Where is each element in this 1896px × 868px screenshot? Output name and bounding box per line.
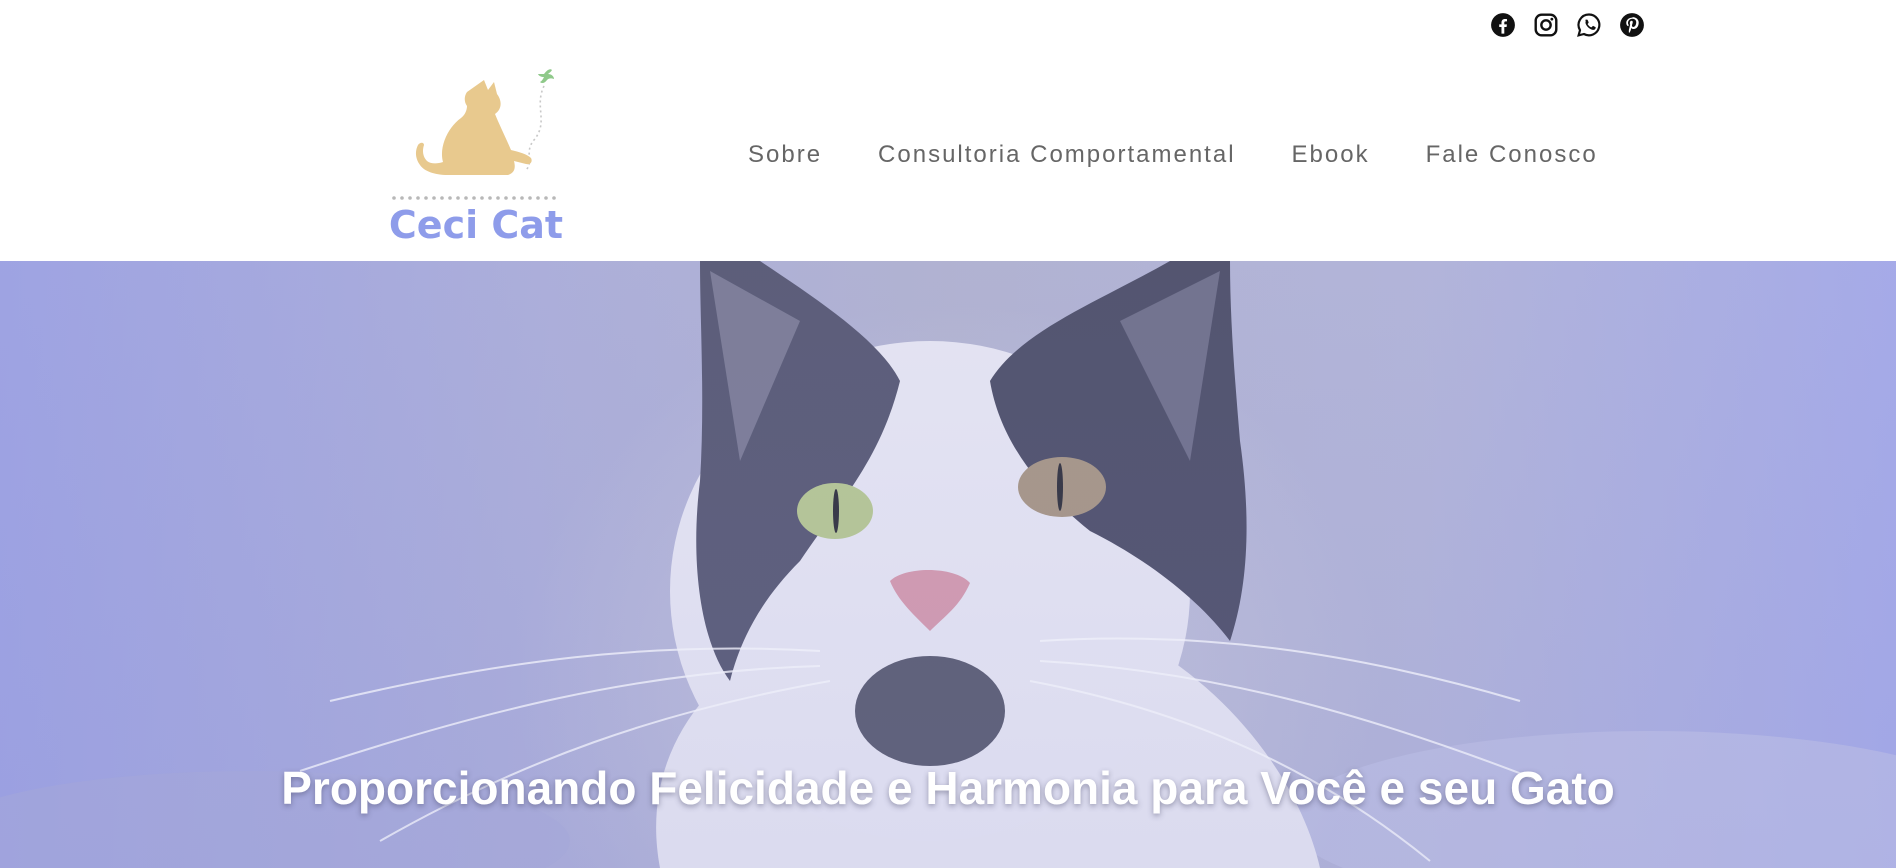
bird-icon (538, 69, 554, 84)
site-header: Ceci Cat Sobre Consultoria Comportamenta… (0, 0, 1896, 261)
nav-item-fale-conosco[interactable]: Fale Conosco (1426, 140, 1598, 170)
logo-text: Ceci Cat (389, 203, 563, 247)
cat-silhouette (415, 80, 532, 175)
whatsapp-icon[interactable] (1576, 12, 1602, 38)
social-links (1490, 12, 1645, 38)
hero-banner: Proporcionando Felicidade e Harmonia par… (0, 261, 1896, 868)
main-nav: Sobre Consultoria Comportamental Ebook F… (748, 140, 1598, 170)
nav-item-ebook[interactable]: Ebook (1292, 140, 1370, 170)
pinterest-icon[interactable] (1619, 12, 1645, 38)
nav-item-consultoria[interactable]: Consultoria Comportamental (878, 140, 1235, 170)
instagram-icon[interactable] (1533, 12, 1559, 38)
ceci-cat-logo[interactable]: Ceci Cat (384, 62, 574, 252)
nav-item-sobre[interactable]: Sobre (748, 140, 822, 170)
hero-title: Proporcionando Felicidade e Harmonia par… (281, 762, 1615, 814)
facebook-icon[interactable] (1490, 12, 1516, 38)
